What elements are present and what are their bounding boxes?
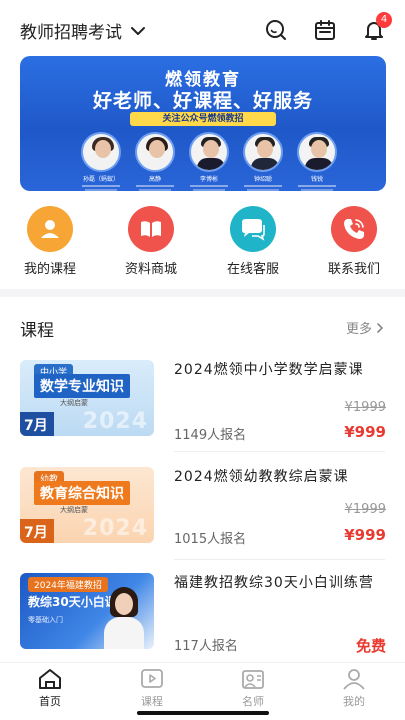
teacher-card: 孙磊（蚂蚁） <box>80 132 122 191</box>
thumb-year: 2024 <box>82 516 148 541</box>
course-separator <box>174 451 385 452</box>
thumb-teacher-portrait <box>104 587 144 649</box>
quick-link-label: 在线客服 <box>226 262 279 277</box>
teacher-name: 钱锐 <box>310 176 323 183</box>
tab-label: 首页 <box>39 695 61 708</box>
more-label: 更多 <box>345 322 372 337</box>
teacher-name: 李博彬 <box>199 176 218 183</box>
course-title: 福建教招教综30天小白训练营 <box>174 575 374 591</box>
teacher-card: 李博彬 <box>188 132 230 191</box>
course-enrolled: 117人报名 <box>174 639 238 654</box>
notification-badge: 4 <box>376 12 392 28</box>
thumb-title: 数学专业知识 <box>34 374 130 398</box>
course-price: ¥999 <box>344 526 386 544</box>
tab-label: 我的 <box>343 695 365 708</box>
user-icon <box>27 206 73 252</box>
promo-banner[interactable]: 燃领教育 好老师、好课程、好服务 关注公众号燃领教招 孙磊（蚂蚁） 高静 李博彬… <box>20 56 386 191</box>
thumb-month: 7月 <box>20 519 54 543</box>
teacher-photo <box>135 132 175 172</box>
banner-slogan: 好老师、好课程、好服务 <box>92 90 313 112</box>
course-original-price: ¥1999 <box>344 502 386 517</box>
section-divider <box>0 289 405 297</box>
quick-link-label: 联系我们 <box>327 262 380 277</box>
search-icon[interactable] <box>264 18 288 42</box>
thumb-year: 2024 <box>82 409 148 434</box>
teacher-name: 高静 <box>148 176 161 183</box>
course-card[interactable]: 2024年福建教招 教综30天小白课 零基础入门 福建教招教综30天小白训练营 … <box>20 573 386 655</box>
teacher-photo <box>81 132 121 172</box>
course-title: 2024燃领中小学数学启蒙课 <box>174 362 364 378</box>
course-enrolled: 1149人报名 <box>174 428 247 443</box>
profile-icon <box>343 669 365 690</box>
play-icon <box>141 669 163 688</box>
course-price: ¥999 <box>344 423 386 441</box>
top-bar: 教师招聘考试 4 <box>0 0 405 58</box>
exam-type-label: 教师招聘考试 <box>20 23 122 43</box>
tab-teachers[interactable]: 名师 <box>223 667 283 709</box>
chevron-down-icon <box>131 26 145 35</box>
chat-icon <box>230 206 276 252</box>
course-thumbnail: 中小学 数学专业知识 大纲启蒙 7月 2024 <box>20 360 154 436</box>
chevron-right-icon <box>377 322 384 333</box>
course-separator <box>174 559 385 560</box>
tab-label: 名师 <box>242 695 264 708</box>
course-enrolled: 1015人报名 <box>174 532 247 547</box>
course-thumbnail: 幼教 教育综合知识 大纲启蒙 7月 2024 <box>20 467 154 543</box>
quick-link-online-service[interactable]: 在线客服 <box>213 206 293 277</box>
quick-link-label: 资料商城 <box>124 262 177 277</box>
tab-courses[interactable]: 课程 <box>122 667 182 709</box>
teacher-card: 钟绍聪 <box>242 132 284 191</box>
course-thumbnail: 2024年福建教招 教综30天小白课 零基础入门 <box>20 573 154 649</box>
course-card[interactable]: 幼教 教育综合知识 大纲启蒙 7月 2024 2024燃领幼教教综启蒙课 ¥19… <box>20 467 386 547</box>
more-courses-link[interactable]: 更多 <box>346 318 385 337</box>
thumb-title: 教育综合知识 <box>34 481 130 505</box>
tab-profile[interactable]: 我的 <box>324 667 384 709</box>
quick-link-materials-store[interactable]: 资料商城 <box>111 206 191 277</box>
teacher-photo <box>189 132 229 172</box>
tab-label: 课程 <box>141 695 163 708</box>
quick-link-my-courses[interactable]: 我的课程 <box>10 206 90 277</box>
course-original-price: ¥1999 <box>344 400 386 415</box>
teacher-card: 钱锐 <box>296 132 338 191</box>
course-price: 免费 <box>355 637 386 655</box>
quick-link-label: 我的课程 <box>23 262 76 277</box>
thumb-month: 7月 <box>20 412 54 436</box>
teacher-photo <box>297 132 337 172</box>
thumb-subtitle: 大纲启蒙 <box>60 399 88 407</box>
calendar-icon[interactable] <box>313 18 337 42</box>
quick-link-contact-us[interactable]: 联系我们 <box>314 206 394 277</box>
teacher-name: 孙磊（蚂蚁） <box>82 176 119 183</box>
quick-links: 我的课程 资料商城 在线客服 联系我们 <box>0 206 405 277</box>
thumb-tag: 2024年福建教招 <box>28 577 108 592</box>
banner-tag: 关注公众号燃领教招 <box>130 112 276 126</box>
banner-teachers: 孙磊（蚂蚁） 高静 李博彬 钟绍聪 钱锐 <box>80 132 338 191</box>
exam-type-selector[interactable]: 教师招聘考试 <box>20 18 146 43</box>
course-title: 2024燃领幼教教综启蒙课 <box>174 469 349 485</box>
home-indicator <box>137 711 269 715</box>
teacher-icon <box>242 670 264 689</box>
thumb-subtitle: 零基础入门 <box>28 616 63 624</box>
notifications-button[interactable]: 4 <box>362 12 392 42</box>
thumb-subtitle: 大纲启蒙 <box>60 506 88 514</box>
teacher-name: 钟绍聪 <box>253 176 272 183</box>
home-icon <box>39 669 61 689</box>
book-icon <box>128 206 174 252</box>
tab-home[interactable]: 首页 <box>20 667 80 709</box>
teacher-photo <box>243 132 283 172</box>
teacher-card: 高静 <box>134 132 176 191</box>
phone-icon <box>331 206 377 252</box>
course-card[interactable]: 中小学 数学专业知识 大纲启蒙 7月 2024 2024燃领中小学数学启蒙课 ¥… <box>20 360 386 443</box>
courses-section-title: 课程 <box>20 321 54 341</box>
